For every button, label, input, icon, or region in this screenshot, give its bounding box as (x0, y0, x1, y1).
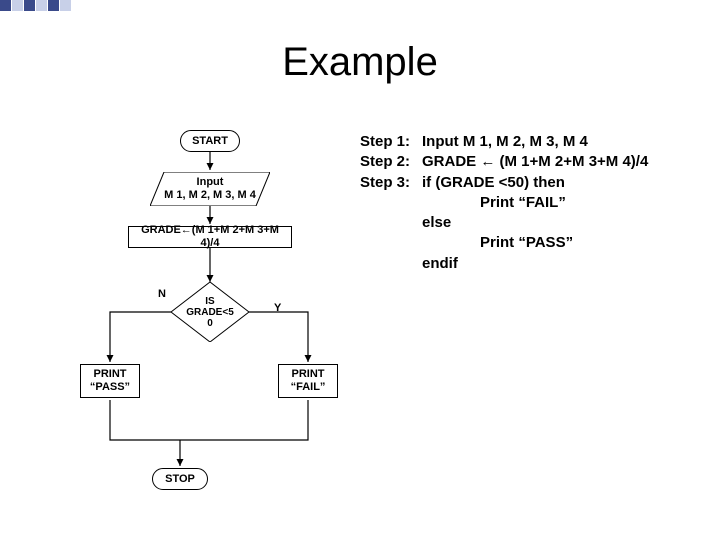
step-text: if (GRADE <50) then (422, 173, 565, 193)
pseudocode: Step 1: Input M 1, M 2, M 3, M 4 Step 2:… (360, 132, 700, 274)
accent-square (12, 0, 23, 11)
flow-start: START (180, 130, 240, 152)
flow-input-text: Input M 1, M 2, M 3, M 4 (150, 172, 270, 206)
pseudo-line: Print “PASS” (360, 233, 700, 253)
slide-accent-bar (0, 0, 90, 16)
pseudo-line: Step 2: GRADE ← (M 1+M 2+M 3+M 4)/4 (360, 152, 700, 172)
decision-no-label: N (158, 288, 166, 300)
step-label: Step 2: (360, 152, 422, 172)
accent-square (48, 0, 59, 11)
step-label: Step 1: (360, 132, 422, 152)
accent-square (60, 0, 71, 11)
flow-print-pass: PRINT “PASS” (80, 364, 140, 398)
flow-process: GRADE←(M 1+M 2+M 3+M 4)/4 (128, 226, 292, 248)
flow-print-fail: PRINT “FAIL” (278, 364, 338, 398)
accent-square (24, 0, 35, 11)
flow-decision: IS GRADE<5 0 (171, 282, 249, 342)
flow-decision-text: IS GRADE<5 0 (171, 282, 249, 342)
pseudo-line: Step 1: Input M 1, M 2, M 3, M 4 (360, 132, 700, 152)
flow-stop: STOP (152, 468, 208, 490)
flow-input: Input M 1, M 2, M 3, M 4 (150, 172, 270, 206)
step-label: Step 3: (360, 173, 422, 193)
accent-square (36, 0, 47, 11)
accent-square (0, 0, 11, 11)
step-text: Input M 1, M 2, M 3, M 4 (422, 132, 588, 152)
pseudo-line: Print “FAIL” (360, 193, 700, 213)
pseudo-line: else (360, 213, 700, 233)
pseudo-line: endif (360, 254, 700, 274)
pseudo-line: Step 3: if (GRADE <50) then (360, 173, 700, 193)
slide-title: Example (0, 40, 720, 85)
flowchart: START Input M 1, M 2, M 3, M 4 GRADE←(M … (80, 130, 340, 530)
step-text: GRADE ← (M 1+M 2+M 3+M 4)/4 (422, 152, 648, 172)
decision-yes-label: Y (274, 302, 281, 314)
